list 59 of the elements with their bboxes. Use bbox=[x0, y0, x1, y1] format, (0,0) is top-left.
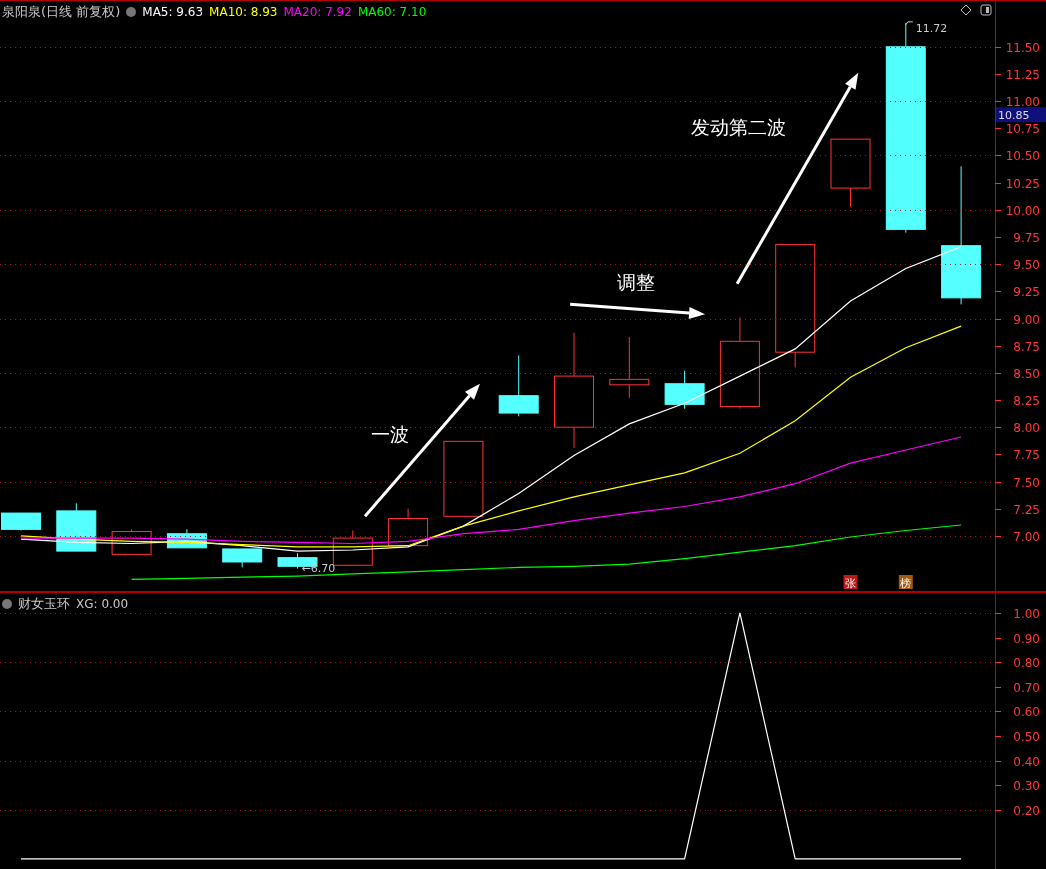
axis-label: 8.25 bbox=[1013, 393, 1040, 408]
candlestick bbox=[609, 336, 650, 399]
axis-label: 0.50 bbox=[1013, 729, 1040, 744]
candlestick bbox=[498, 354, 539, 417]
axis-label: 1.00 bbox=[1013, 606, 1040, 621]
candlestick bbox=[166, 528, 207, 549]
panel-toggle-icon[interactable] bbox=[980, 4, 992, 16]
annotation-label: 一波 bbox=[370, 422, 409, 445]
axis-label: 0.40 bbox=[1013, 754, 1040, 769]
candlestick bbox=[830, 138, 871, 208]
candlestick bbox=[664, 370, 705, 410]
low-price-label: ←6.70 bbox=[301, 561, 336, 575]
signal-badge: 张 bbox=[843, 575, 858, 590]
legend-item: MA20: 7.92 bbox=[283, 5, 352, 19]
axis-label: 7.50 bbox=[1013, 475, 1040, 490]
legend-item: MA5: 9.63 bbox=[142, 5, 204, 19]
axis-label: 8.75 bbox=[1013, 339, 1040, 354]
candlestick bbox=[111, 528, 152, 555]
axis-label: 10.25 bbox=[1005, 176, 1040, 191]
axis-label: 0.80 bbox=[1013, 655, 1040, 670]
candlestick bbox=[388, 508, 429, 547]
diamond-icon[interactable] bbox=[960, 4, 972, 16]
indicator-icon bbox=[126, 7, 137, 17]
axis-label: 9.50 bbox=[1013, 257, 1040, 272]
axis-label: 9.25 bbox=[1013, 284, 1040, 299]
axis-label: 7.25 bbox=[1013, 502, 1040, 517]
axis-label: 11.00 bbox=[1005, 94, 1040, 109]
high-price-label: 11.72 bbox=[915, 21, 948, 35]
axis-label: 7.00 bbox=[1013, 529, 1040, 544]
axis-label: 11.25 bbox=[1005, 67, 1040, 82]
axis-label: 10.50 bbox=[1005, 148, 1040, 163]
indicator-readout: XG: 0.00 bbox=[76, 597, 129, 611]
chart-title: 泉阳泉(日线 前复权) bbox=[2, 3, 121, 21]
candlestick bbox=[56, 502, 97, 552]
leader-line bbox=[905, 21, 914, 26]
indicator-title: 财女玉环 bbox=[18, 595, 70, 613]
axis-label: 0.90 bbox=[1013, 631, 1040, 646]
axis-label: 0.30 bbox=[1013, 778, 1040, 793]
candlestick bbox=[222, 548, 263, 568]
indicator-icon bbox=[2, 599, 12, 609]
axis-label: 8.00 bbox=[1013, 420, 1040, 435]
axis-label: 7.75 bbox=[1013, 447, 1040, 462]
axis-label: 0.60 bbox=[1013, 704, 1040, 719]
annotation-label: 发动第二波 bbox=[690, 116, 786, 139]
axis-label: 0.20 bbox=[1013, 803, 1040, 818]
axis-label: 10.75 bbox=[1005, 121, 1040, 136]
price-tag: 10.85 bbox=[996, 107, 1046, 123]
candlestick bbox=[1, 512, 41, 531]
annotation-label: 调整 bbox=[616, 270, 655, 293]
axis-label: 0.70 bbox=[1013, 680, 1040, 695]
candlestick bbox=[332, 529, 373, 566]
axis-label: 8.50 bbox=[1013, 366, 1040, 381]
axis-label: 9.00 bbox=[1013, 312, 1040, 327]
legend-item: MA60: 7.10 bbox=[357, 5, 427, 19]
signal-badge: 榜 bbox=[898, 575, 913, 590]
axis-label: 9.75 bbox=[1013, 230, 1040, 245]
legend-item: MA10: 8.93 bbox=[209, 5, 278, 19]
axis-label: 10.00 bbox=[1005, 203, 1040, 218]
axis-label: 11.50 bbox=[1005, 40, 1040, 55]
